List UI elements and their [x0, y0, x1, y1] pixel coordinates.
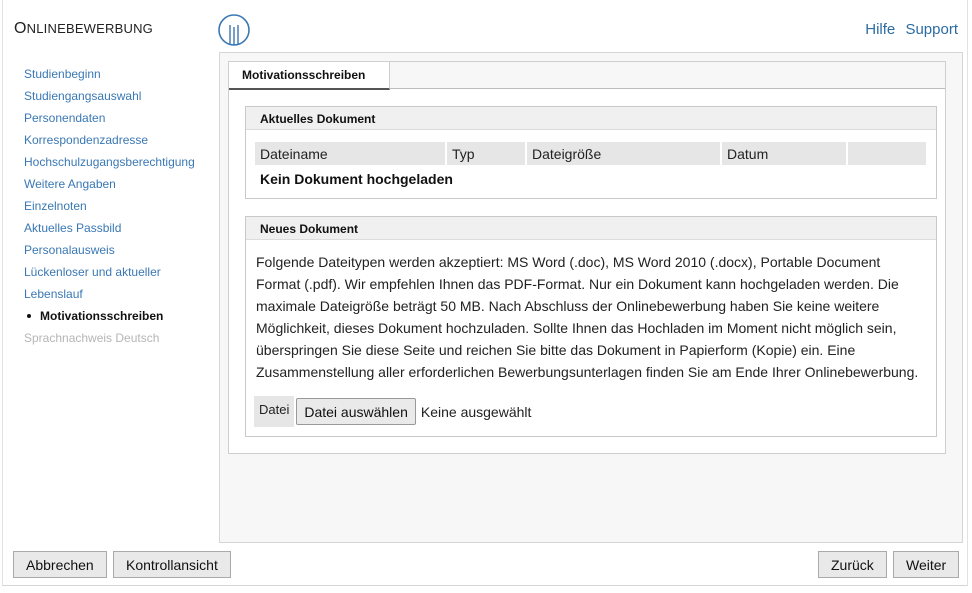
empty-table-message: Kein Dokument hochgeladen: [260, 171, 453, 187]
university-logo-icon: [218, 14, 250, 46]
sidebar-item-korrespondenzadresse[interactable]: Korrespondenzadresse: [24, 129, 214, 151]
file-upload-row: Datei Datei auswählen Keine ausgewählt: [254, 396, 531, 427]
tab-bar: Motivationsschreiben: [229, 62, 945, 90]
back-button[interactable]: Zurück: [818, 551, 887, 578]
instruction-line: maximale Dateigröße beträgt 50 MB. Nach …: [256, 298, 880, 314]
header-links: Hilfe Support: [859, 21, 958, 38]
help-link[interactable]: Hilfe: [865, 21, 895, 38]
sidebar-item-lebenslauf-line2[interactable]: Lebenslauf: [24, 283, 214, 305]
instruction-line: Zusammenstellung aller erforderlichen Be…: [256, 364, 919, 380]
active-bullet-icon: [27, 313, 31, 318]
app-title-rest: NLINEBEWERBUNG: [26, 21, 153, 36]
sidebar-item-personalausweis[interactable]: Personalausweis: [24, 239, 214, 261]
support-link[interactable]: Support: [905, 21, 958, 38]
choose-file-button[interactable]: Datei auswählen: [296, 398, 416, 425]
review-button[interactable]: Kontrollansicht: [113, 551, 231, 578]
new-document-heading: Neues Dokument: [246, 217, 936, 240]
file-status-text: Keine ausgewählt: [420, 403, 532, 420]
column-header-filename[interactable]: Dateiname: [255, 142, 447, 165]
upload-instructions: Folgende Dateitypen werden akzeptiert: M…: [256, 251, 932, 383]
column-header-actions: [847, 142, 926, 165]
sidebar-item-hochschulzugangsberechtigung[interactable]: Hochschulzugangsberechtigung: [24, 151, 214, 173]
column-header-type[interactable]: Typ: [446, 142, 527, 165]
sidebar-item-label: Motivationsschreiben: [40, 309, 164, 323]
sidebar-item-einzelnoten[interactable]: Einzelnoten: [24, 195, 214, 217]
sidebar-nav: Studienbeginn Studiengangsauswahl Person…: [24, 63, 214, 349]
cancel-button[interactable]: Abbrechen: [13, 551, 107, 578]
sidebar-item-motivationsschreiben[interactable]: Motivationsschreiben: [24, 305, 214, 327]
sidebar-item-personendaten[interactable]: Personendaten: [24, 107, 214, 129]
app-title: ONLINEBEWERBUNG: [14, 20, 153, 38]
sidebar-item-weitere-angaben[interactable]: Weitere Angaben: [24, 173, 214, 195]
sidebar-item-sprachnachweis: Sprachnachweis Deutsch: [24, 331, 160, 345]
column-header-date[interactable]: Datum: [721, 142, 848, 165]
instruction-line: Möglichkeit, dieses Dokument hochzuladen…: [256, 320, 897, 336]
sidebar-item-studienbeginn[interactable]: Studienbeginn: [24, 63, 214, 85]
sidebar-item-studiengangsauswahl[interactable]: Studiengangsauswahl: [24, 85, 214, 107]
main-content: Motivationsschreiben Aktuelles Dokument …: [219, 52, 963, 543]
sidebar-item-lebenslauf-line1[interactable]: Lückenloser und aktueller: [24, 261, 214, 283]
sidebar-item-aktuelles-passbild[interactable]: Aktuelles Passbild: [24, 217, 214, 239]
table-header-row: Dateiname Typ Dateigröße Datum: [255, 142, 926, 165]
instruction-line: Format (.pdf). Wir empfehlen Ihnen das P…: [256, 276, 899, 292]
file-label: Datei: [254, 396, 295, 427]
instruction-line: Folgende Dateitypen werden akzeptiert: M…: [256, 254, 881, 270]
current-document-heading: Aktuelles Dokument: [246, 107, 936, 130]
new-document-section: Neues Dokument Folgende Dateitypen werde…: [245, 216, 937, 437]
tab-panel: Motivationsschreiben Aktuelles Dokument …: [228, 61, 946, 454]
tab-motivationsschreiben[interactable]: Motivationsschreiben: [229, 62, 390, 90]
current-document-section: Aktuelles Dokument Dateiname Typ Dateigr…: [245, 106, 937, 199]
app-title-initial: O: [14, 20, 27, 37]
instruction-line: überspringen Sie diese Seite und reichen…: [256, 342, 856, 358]
document-table: Dateiname Typ Dateigröße Datum: [255, 142, 926, 165]
column-header-filesize[interactable]: Dateigröße: [526, 142, 722, 165]
next-button[interactable]: Weiter: [893, 551, 959, 578]
